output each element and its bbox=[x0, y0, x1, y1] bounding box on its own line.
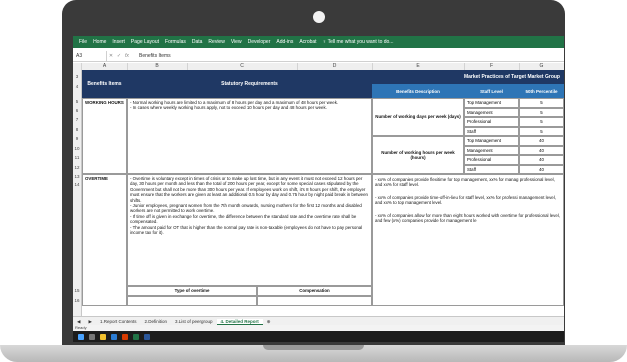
sheet-nav-left-icon[interactable]: ◀ bbox=[73, 319, 84, 325]
staff-level-cell[interactable]: Professional bbox=[464, 117, 519, 127]
row-header[interactable]: 8 bbox=[73, 127, 81, 132]
column-header-d[interactable]: D bbox=[297, 63, 373, 70]
row-headers: 3 4 5 6 7 8 9 10 11 12 13 14 15 16 bbox=[73, 70, 82, 316]
row-header[interactable]: 3 bbox=[73, 74, 81, 79]
ribbon-tab-insert[interactable]: Insert bbox=[112, 39, 125, 45]
column-header-g[interactable]: G bbox=[519, 63, 564, 70]
sheet-tab-detailed-report[interactable]: 4. Detailed Report bbox=[216, 318, 263, 325]
row-header[interactable]: 7 bbox=[73, 117, 81, 122]
powerpoint-icon[interactable] bbox=[122, 333, 128, 340]
type-of-overtime-header[interactable]: Type of overtime bbox=[127, 286, 257, 296]
row-header[interactable]: 14 bbox=[73, 182, 81, 187]
spreadsheet-grid[interactable]: Benefits Items Statutory Requirements Ma… bbox=[82, 70, 564, 316]
compensation-cell[interactable] bbox=[257, 296, 372, 306]
overtime-market-text-1: - xx% of companies provide flexitime for… bbox=[375, 177, 555, 188]
ribbon-tab-data[interactable]: Data bbox=[192, 39, 203, 45]
windows-taskbar bbox=[73, 331, 564, 342]
enter-icon[interactable]: ✓ bbox=[115, 53, 123, 59]
excel-icon[interactable] bbox=[133, 333, 139, 340]
benefits-items-header[interactable]: Benefits Items bbox=[82, 70, 127, 98]
browser-icon[interactable] bbox=[111, 333, 117, 340]
row-header[interactable]: 13 bbox=[73, 174, 81, 179]
search-icon[interactable] bbox=[89, 333, 95, 340]
staff-level-cell[interactable]: Professional bbox=[464, 155, 519, 165]
benefits-description-header[interactable]: Benefits Description bbox=[372, 84, 464, 98]
row-header[interactable]: 11 bbox=[73, 155, 81, 160]
ribbon-tab-page-layout[interactable]: Page Layout bbox=[131, 39, 159, 45]
ribbon-tab-formulas[interactable]: Formulas bbox=[165, 39, 186, 45]
row-header[interactable]: 10 bbox=[73, 146, 81, 151]
working-days-description[interactable]: Number of working days per week (days) bbox=[372, 98, 464, 136]
percentile-cell[interactable]: 5 bbox=[519, 107, 564, 117]
sheet-tab-definition[interactable]: 2.Definition bbox=[140, 319, 171, 324]
overtime-type-cell[interactable] bbox=[127, 296, 257, 306]
percentile-cell[interactable]: 40 bbox=[519, 145, 564, 155]
staff-level-cell[interactable]: Top Management bbox=[464, 98, 519, 108]
overtime-market-text-2: - xx% of companies provide time-off-in-l… bbox=[375, 195, 556, 206]
percentile-cell[interactable]: 40 bbox=[519, 164, 564, 174]
row-header[interactable]: 5 bbox=[73, 99, 81, 104]
function-icon[interactable]: fx bbox=[123, 53, 131, 59]
overtime-statutory[interactable]: - Overtime is voluntary except in times … bbox=[127, 174, 372, 286]
ribbon-tab-view[interactable]: View bbox=[231, 39, 242, 45]
column-header-f[interactable]: F bbox=[464, 63, 520, 70]
overtime-label[interactable]: OVERTIME bbox=[82, 174, 127, 306]
row-header[interactable]: 6 bbox=[73, 108, 81, 113]
ribbon-tab-acrobat[interactable]: Acrobat bbox=[299, 39, 316, 45]
column-header-e[interactable]: E bbox=[372, 63, 465, 70]
sheet-tab-report-contents[interactable]: 1.Report Contents bbox=[96, 319, 141, 324]
formula-bar: A3 ✕ ✓ fx Benefits Items bbox=[73, 51, 564, 62]
percentile-cell[interactable]: 5 bbox=[519, 98, 564, 108]
compensation-header[interactable]: Compensation bbox=[257, 286, 372, 296]
column-header-a[interactable]: A bbox=[82, 63, 128, 70]
row-header[interactable]: 15 bbox=[73, 288, 81, 293]
excel-window: File Home Insert Page Layout Formulas Da… bbox=[73, 36, 564, 342]
percentile-cell[interactable]: 5 bbox=[519, 117, 564, 127]
add-sheet-icon[interactable]: ⊕ bbox=[263, 319, 275, 325]
row-header[interactable]: 4 bbox=[73, 84, 81, 89]
working-hours-label[interactable]: WORKING HOURS bbox=[82, 98, 127, 174]
statutory-requirements-header[interactable]: Statutory Requirements bbox=[127, 70, 372, 98]
staff-level-cell[interactable]: Management bbox=[464, 145, 519, 155]
select-all-corner[interactable] bbox=[73, 63, 82, 70]
word-icon[interactable] bbox=[144, 333, 150, 340]
percentile-cell[interactable]: 40 bbox=[519, 155, 564, 165]
staff-level-header[interactable]: Staff Level bbox=[464, 84, 519, 98]
staff-level-cell[interactable]: Top Management bbox=[464, 136, 519, 146]
row-header[interactable]: 16 bbox=[73, 298, 81, 303]
windows-start-icon[interactable] bbox=[78, 333, 84, 340]
working-hours-statutory[interactable]: - Normal working hours are limited to a … bbox=[127, 98, 372, 174]
file-explorer-icon[interactable] bbox=[100, 333, 106, 340]
staff-level-cell[interactable]: Staff bbox=[464, 126, 519, 136]
sheet-tab-peergroup[interactable]: 3.List of peergroup bbox=[171, 319, 217, 324]
ribbon-tabs: File Home Insert Page Layout Formulas Da… bbox=[73, 36, 564, 48]
laptop-notch bbox=[263, 345, 364, 350]
staff-level-cell[interactable]: Staff bbox=[464, 164, 519, 174]
staff-level-cell[interactable]: Management bbox=[464, 107, 519, 117]
name-box[interactable]: A3 bbox=[73, 51, 107, 61]
ribbon-tab-review[interactable]: Review bbox=[208, 39, 224, 45]
formula-input[interactable]: Benefits Items bbox=[131, 53, 171, 59]
column-header-b[interactable]: B bbox=[127, 63, 188, 70]
tell-me-box[interactable]: ♀ Tell me what you want to do... bbox=[323, 39, 394, 45]
ribbon-tab-developer[interactable]: Developer bbox=[248, 39, 271, 45]
webcam-icon bbox=[313, 11, 325, 23]
column-header-c[interactable]: C bbox=[187, 63, 298, 70]
percentile-header[interactable]: 50th Percentile bbox=[519, 84, 564, 98]
row-header[interactable]: 9 bbox=[73, 136, 81, 141]
cancel-icon[interactable]: ✕ bbox=[107, 53, 115, 59]
overtime-market-text-3: - xx% of companies allow for more than e… bbox=[375, 213, 560, 224]
percentile-cell[interactable]: 40 bbox=[519, 136, 564, 146]
ribbon-tab-addins[interactable]: Add-ins bbox=[276, 39, 293, 45]
percentile-cell[interactable]: 5 bbox=[519, 126, 564, 136]
row-header[interactable]: 12 bbox=[73, 165, 81, 170]
ribbon-tab-home[interactable]: Home bbox=[93, 39, 106, 45]
sheet-nav-right-icon[interactable]: ▶ bbox=[84, 319, 95, 325]
market-practices-header[interactable]: Market Practices of Target Market Group bbox=[372, 70, 564, 84]
ribbon-tab-file[interactable]: File bbox=[79, 39, 87, 45]
working-hours-description[interactable]: Number of working hours per week (hours) bbox=[372, 136, 464, 174]
